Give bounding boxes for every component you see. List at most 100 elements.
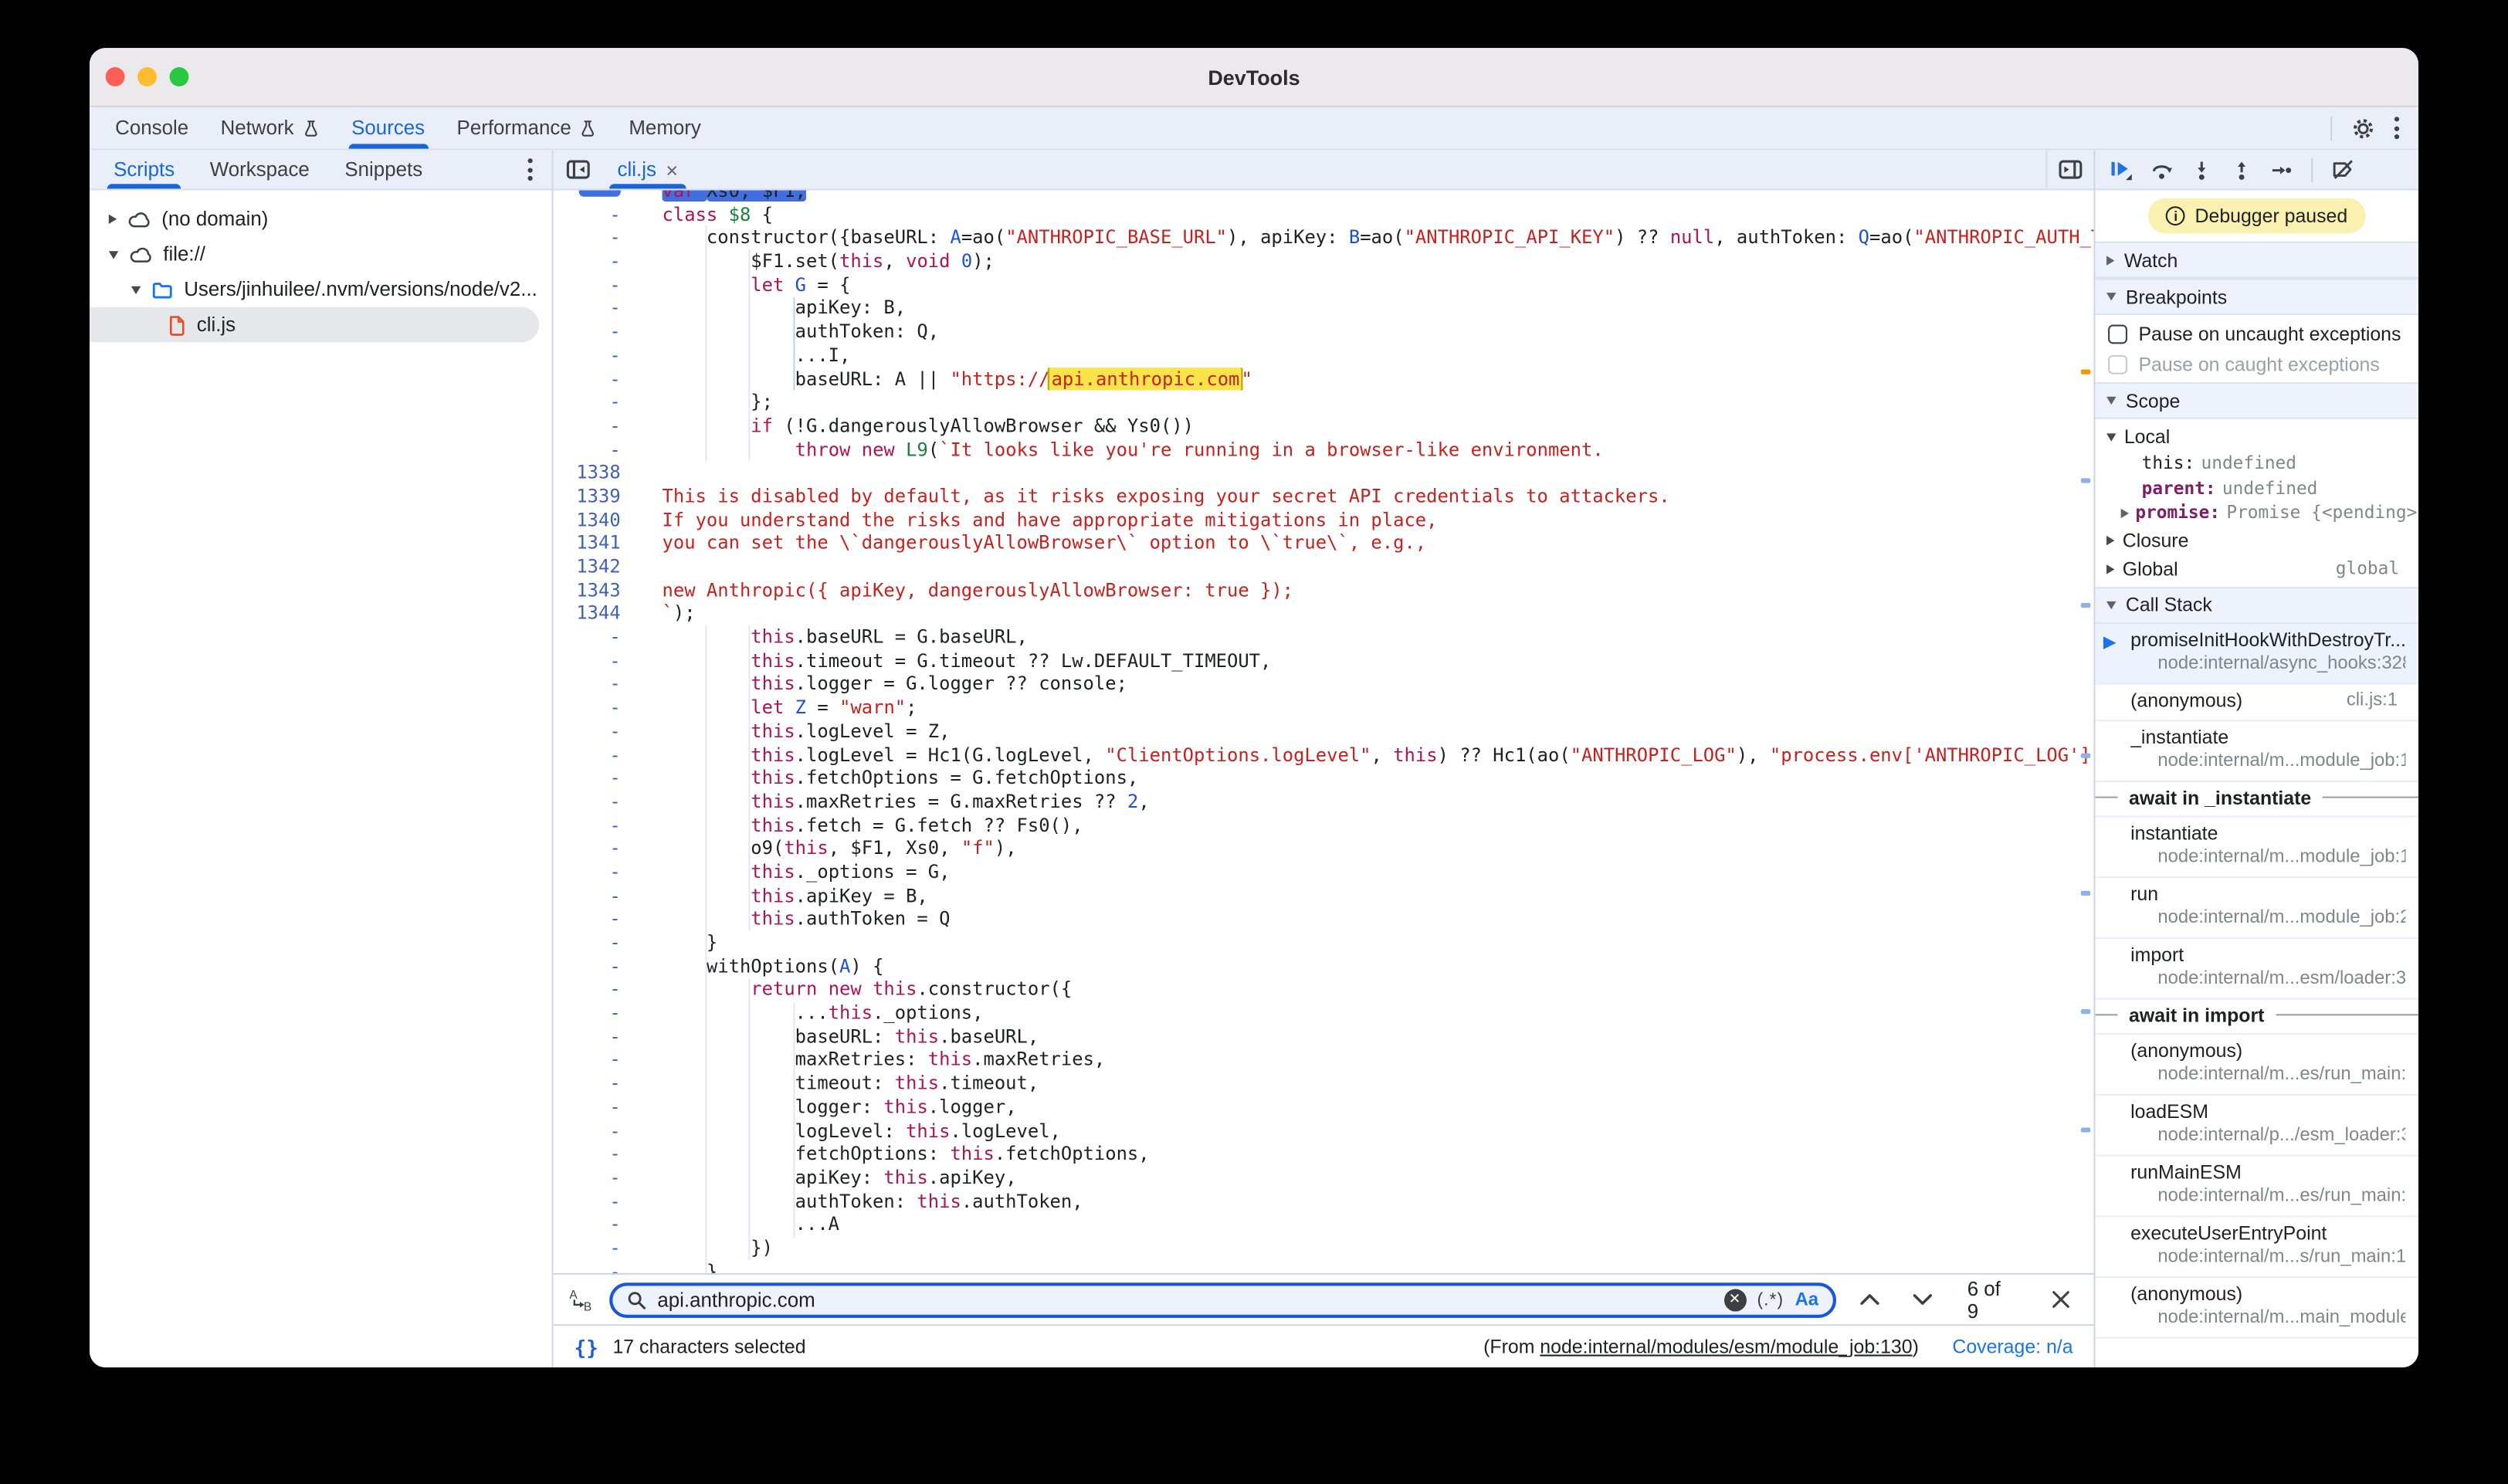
code-text[interactable]: o9(this, $F1, Xs0, "f"), <box>640 837 2094 860</box>
breakpoint-gutter[interactable]: - <box>554 1259 640 1272</box>
call-stack-frame[interactable]: importnode:internal/m...esm/loader:329 <box>2096 938 2418 999</box>
minimize-window-button[interactable] <box>137 67 157 86</box>
code-text[interactable]: this.apiKey = B, <box>640 884 2094 907</box>
scope-closure-row[interactable]: Closure <box>2096 525 2418 554</box>
code-text[interactable]: logLevel: this.logLevel, <box>640 1119 2094 1142</box>
code-text[interactable]: this.maxRetries = G.maxRetries ?? 2, <box>640 790 2094 813</box>
clear-search-icon[interactable]: ✕ <box>1723 1289 1746 1311</box>
breakpoint-gutter[interactable]: 1340 <box>554 508 640 531</box>
call-stack-frame[interactable]: (anonymous)node:internal/m...es/run_main… <box>2096 1034 2418 1095</box>
breakpoint-gutter[interactable]: 1344 <box>554 602 640 625</box>
breakpoint-gutter[interactable]: - <box>554 1096 640 1119</box>
call-stack-frame[interactable]: runnode:internal/m...module_job:214 <box>2096 877 2418 938</box>
breakpoint-gutter[interactable]: - <box>554 931 640 954</box>
scrollbar-match-mark[interactable] <box>2081 754 2090 758</box>
replace-toggle-icon[interactable]: AB <box>568 1287 595 1311</box>
navigator-tab-scripts[interactable]: Scripts <box>96 151 192 189</box>
resume-script-icon[interactable] <box>2110 158 2132 181</box>
breakpoint-gutter[interactable]: - <box>554 743 640 766</box>
tab-sources[interactable]: Sources <box>335 107 440 149</box>
scrollbar-match-mark[interactable] <box>2081 603 2090 608</box>
code-text[interactable]: }; <box>640 391 2094 414</box>
code-text[interactable] <box>640 461 2094 484</box>
code-text[interactable]: apiKey: B, <box>640 296 2094 320</box>
call-stack-frame[interactable]: runMainESMnode:internal/m...es/run_main:… <box>2096 1156 2418 1217</box>
call-stack-frame[interactable]: (anonymous)cli.js:1 <box>2096 684 2418 721</box>
breakpoint-option[interactable]: Pause on uncaught exceptions <box>2096 318 2418 348</box>
scope-property[interactable]: parent:undefined <box>2096 476 2418 500</box>
code-text[interactable]: } <box>640 1259 2094 1272</box>
more-options-icon[interactable] <box>2394 117 2399 139</box>
step-out-icon[interactable] <box>2232 159 2252 180</box>
source-link[interactable]: node:internal/modules/esm/module_job:130 <box>1540 1336 1912 1358</box>
step-icon[interactable] <box>2271 159 2292 180</box>
previous-match-icon[interactable] <box>1850 1294 1889 1305</box>
code-text[interactable]: fetchOptions: this.fetchOptions, <box>640 1142 2094 1165</box>
code-text[interactable]: if (!G.dangerouslyAllowBrowser && Ys0()) <box>640 414 2094 437</box>
breakpoint-gutter[interactable]: - <box>554 673 640 696</box>
code-text[interactable]: timeout: this.timeout, <box>640 1072 2094 1095</box>
code-text[interactable]: } <box>640 931 2094 954</box>
scrollbar-match-mark[interactable] <box>2081 1009 2090 1014</box>
hide-navigator-icon[interactable] <box>554 160 603 179</box>
tab-performance[interactable]: Performance <box>441 107 613 149</box>
next-match-icon[interactable] <box>1903 1294 1942 1305</box>
breakpoint-gutter[interactable]: - <box>554 320 640 344</box>
scrollbar-match-mark[interactable] <box>2081 478 2090 483</box>
coverage-link[interactable]: Coverage: n/a <box>1952 1336 2072 1358</box>
watch-section-header[interactable]: Watch <box>2096 242 2418 279</box>
pretty-print-icon[interactable]: {} <box>574 1335 598 1359</box>
code-text[interactable]: new Anthropic({ apiKey, dangerouslyAllow… <box>640 578 2094 601</box>
code-text[interactable]: this.timeout = G.timeout ?? Lw.DEFAULT_T… <box>640 649 2094 672</box>
checkbox[interactable] <box>2108 324 2127 343</box>
scrollbar-match-mark[interactable] <box>2081 1127 2090 1132</box>
close-window-button[interactable] <box>106 67 125 86</box>
code-text[interactable]: logger: this.logger, <box>640 1096 2094 1119</box>
code-text[interactable]: var Xs0, $F1; <box>640 190 2094 202</box>
breakpoint-gutter[interactable]: - <box>554 414 640 437</box>
code-text[interactable]: this.baseURL = G.baseURL, <box>640 625 2094 649</box>
navigator-more-icon[interactable] <box>528 151 552 189</box>
breakpoint-gutter[interactable]: - <box>554 1001 640 1025</box>
breakpoint-gutter[interactable]: - <box>554 860 640 883</box>
breakpoint-gutter[interactable]: - <box>554 649 640 672</box>
breakpoint-gutter[interactable]: - <box>554 249 640 273</box>
breakpoint-gutter[interactable]: - <box>554 1072 640 1095</box>
tab-console[interactable]: Console <box>99 107 204 149</box>
breakpoint-gutter[interactable]: - <box>554 438 640 461</box>
navigator-tab-workspace[interactable]: Workspace <box>192 151 327 189</box>
scope-global-row[interactable]: Global global <box>2096 554 2418 583</box>
call-stack-frame[interactable]: _instantiatenode:internal/m...module_job… <box>2096 720 2418 781</box>
breakpoint-gutter[interactable]: - <box>554 790 640 813</box>
code-text[interactable]: }) <box>640 1236 2094 1259</box>
code-text[interactable]: $F1.set(this, void 0); <box>640 249 2094 273</box>
scrollbar-match-mark[interactable] <box>2081 891 2090 896</box>
tree-item-no-domain[interactable]: (no domain) <box>90 202 552 237</box>
breakpoint-gutter[interactable]: 1341 <box>554 531 640 554</box>
breakpoint-gutter[interactable]: - <box>554 202 640 225</box>
code-text[interactable]: authToken: Q, <box>640 320 2094 344</box>
show-debugger-sidebar-icon[interactable] <box>2045 151 2093 189</box>
breakpoint-gutter[interactable]: - <box>554 226 640 249</box>
breakpoint-gutter[interactable]: - <box>554 837 640 860</box>
call-stack-frame[interactable]: promiseInitHookWithDestroyTr...node:inte… <box>2096 623 2418 684</box>
code-text[interactable]: `); <box>640 602 2094 625</box>
code-text[interactable]: this.fetch = G.fetch ?? Fs0(), <box>640 813 2094 836</box>
code-text[interactable]: this.logger = G.logger ?? console; <box>640 673 2094 696</box>
step-into-icon[interactable] <box>2191 159 2212 180</box>
breakpoint-gutter[interactable]: - <box>554 1119 640 1142</box>
breakpoint-gutter[interactable] <box>554 190 640 202</box>
editor-tab-clijs[interactable]: cli.js × <box>603 151 693 189</box>
code-text[interactable]: constructor({baseURL: A=ao("ANTHROPIC_BA… <box>640 226 2094 249</box>
breakpoint-gutter[interactable]: - <box>554 767 640 790</box>
breakpoint-gutter[interactable]: - <box>554 296 640 320</box>
tab-network[interactable]: Network <box>205 107 336 149</box>
breakpoint-gutter[interactable]: - <box>554 625 640 649</box>
tab-memory[interactable]: Memory <box>613 107 717 149</box>
breakpoint-gutter[interactable]: - <box>554 1142 640 1165</box>
code-text[interactable]: ...this._options, <box>640 1001 2094 1025</box>
navigator-tab-snippets[interactable]: Snippets <box>327 151 440 189</box>
breakpoint-gutter[interactable]: - <box>554 1189 640 1212</box>
step-over-icon[interactable] <box>2151 159 2172 180</box>
code-text[interactable]: withOptions(A) { <box>640 954 2094 977</box>
